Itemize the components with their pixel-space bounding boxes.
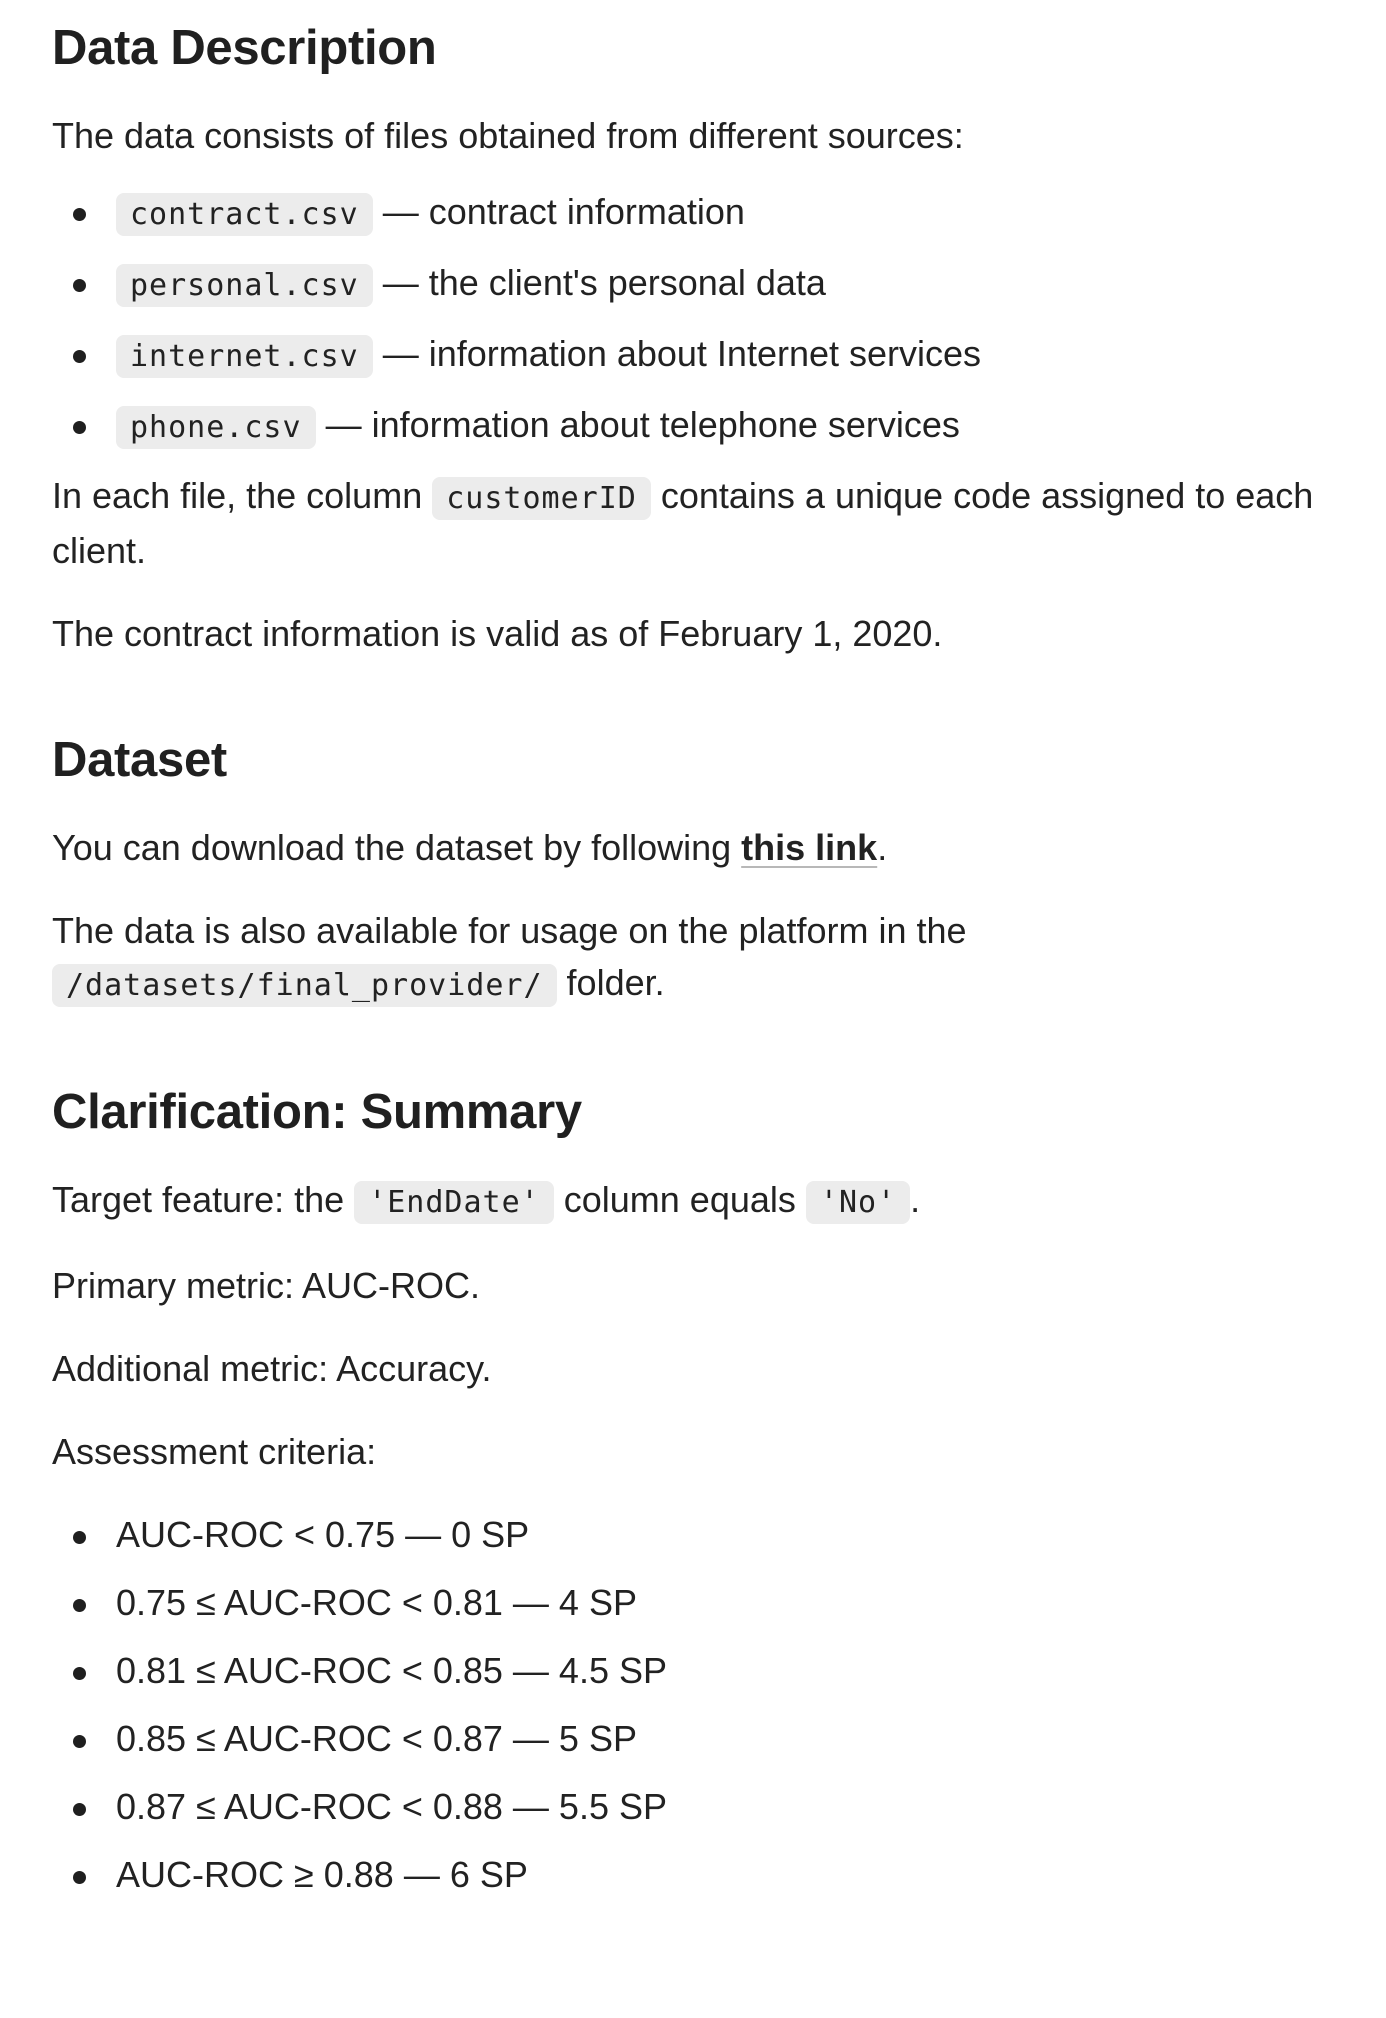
text-fragment: In each file, the column [52,475,433,516]
target-value-code: 'No' [805,1181,911,1224]
list-item: phone.csv — information about telephone … [73,399,1342,454]
document-body: Data Description The data consists of fi… [0,0,1342,1901]
primary-metric-paragraph: Primary metric: AUC-ROC. [52,1265,481,1306]
criteria-item: 0.81 ≤ AUC-ROC < 0.85 — 4.5 SP [73,1645,1342,1697]
intro-paragraph: The data consists of files obtained from… [52,115,964,156]
criteria-label: Assessment criteria: [52,1431,377,1472]
section-title-dataset: Dataset [52,733,227,787]
file-description: — information about telephone services [315,404,960,445]
criteria-item: 0.87 ≤ AUC-ROC < 0.88 — 5.5 SP [73,1781,1342,1833]
criteria-list: AUC-ROC < 0.75 — 0 SP 0.75 ≤ AUC-ROC < 0… [52,1509,1342,1901]
list-item: contract.csv — contract information [73,186,1342,241]
criteria-item: AUC-ROC < 0.75 — 0 SP [73,1509,1342,1561]
criteria-item: 0.85 ≤ AUC-ROC < 0.87 — 5 SP [73,1713,1342,1765]
criteria-item: 0.75 ≤ AUC-ROC < 0.81 — 4 SP [73,1577,1342,1629]
criteria-item: AUC-ROC ≥ 0.88 — 6 SP [73,1849,1342,1901]
file-list: contract.csv — contract information pers… [52,186,1342,454]
section-title-summary: Clarification: Summary [52,1085,582,1139]
section-title-data-description: Data Description [52,21,437,75]
file-description: — the client's personal data [372,262,826,303]
file-name-code: internet.csv [116,335,373,378]
text-fragment: folder. [556,962,665,1003]
validity-paragraph: The contract information is valid as of … [52,613,943,654]
text-fragment: The data is also available for usage on … [52,910,967,951]
text-fragment: Target feature: the [52,1179,355,1220]
target-column-code: 'EndDate' [354,1181,554,1224]
download-paragraph: You can download the dataset by followin… [52,822,1342,874]
text-fragment: . [910,1179,921,1220]
file-name-code: personal.csv [116,264,373,307]
file-description: — contract information [372,191,745,232]
target-feature-paragraph: Target feature: the 'EndDate' column equ… [52,1174,1342,1229]
file-name-code: contract.csv [116,193,373,236]
list-item: internet.csv — information about Interne… [73,328,1342,383]
folder-path-code: /datasets/final_provider/ [52,964,557,1007]
text-fragment: You can download the dataset by followin… [52,827,742,868]
additional-metric-paragraph: Additional metric: Accuracy. [52,1348,492,1389]
list-item: personal.csv — the client's personal dat… [73,257,1342,312]
file-name-code: phone.csv [116,406,316,449]
column-name-code: customerID [432,477,651,520]
dataset-download-link[interactable]: this link [741,827,877,868]
text-fragment: column equals [553,1179,806,1220]
platform-paragraph: The data is also available for usage on … [52,905,1342,1012]
customer-id-paragraph: In each file, the column customerID cont… [52,470,1342,577]
text-fragment: . [877,827,888,868]
file-description: — information about Internet services [372,333,982,374]
